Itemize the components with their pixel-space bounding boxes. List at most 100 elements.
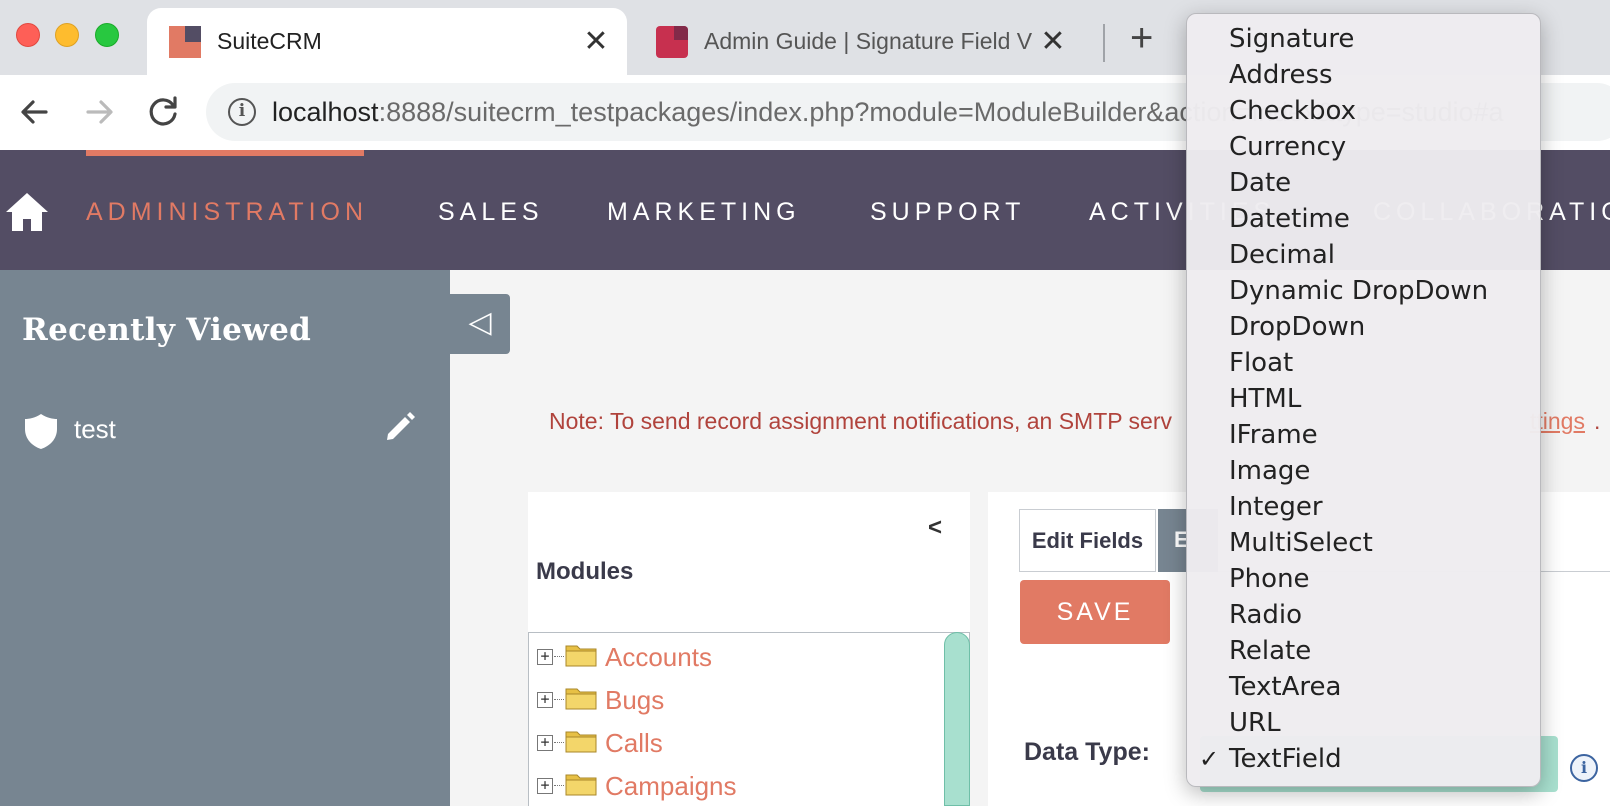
folder-icon: [565, 731, 597, 753]
dropdown-option-label: TextArea: [1229, 672, 1342, 702]
dropdown-option[interactable]: Date: [1187, 165, 1540, 201]
dropdown-option[interactable]: ✓ TextField: [1187, 741, 1540, 777]
nav-administration[interactable]: ADMINISTRATION: [86, 198, 368, 227]
dropdown-option-label: TextField: [1229, 744, 1342, 774]
dropdown-option-label: Radio: [1229, 600, 1303, 630]
modules-panel: < Modules + Accounts + Bugs + Calls + Ca…: [528, 492, 970, 806]
collapse-modules-button[interactable]: <: [928, 514, 942, 542]
dropdown-option-label: Image: [1229, 456, 1311, 486]
browser-tab-admin-guide[interactable]: Admin Guide | Signature Field V ✕: [634, 8, 1084, 75]
dropdown-option[interactable]: Relate: [1187, 633, 1540, 669]
dropdown-option-label: DropDown: [1229, 312, 1366, 342]
dropdown-option-label: MultiSelect: [1229, 528, 1373, 558]
sidebar: Recently Viewed test: [0, 270, 450, 806]
tree-item-bugs[interactable]: + Bugs: [529, 680, 929, 720]
site-info-icon[interactable]: i: [228, 98, 256, 126]
dropdown-option[interactable]: Currency: [1187, 129, 1540, 165]
dropdown-option[interactable]: MultiSelect: [1187, 525, 1540, 561]
notice-period: .: [1594, 408, 1601, 434]
tab-title: SuiteCRM: [217, 28, 322, 54]
expand-icon[interactable]: +: [537, 778, 553, 794]
data-type-dropdown-menu: Signature Address Checkbox Currency Date Date…: [1186, 13, 1541, 787]
modules-title: Modules: [536, 558, 634, 585]
dropdown-option[interactable]: Image: [1187, 453, 1540, 489]
dropdown-option[interactable]: URL: [1187, 705, 1540, 741]
dropdown-option-label: Address: [1229, 60, 1333, 90]
tab-title: Admin Guide | Signature Field V: [704, 28, 1033, 54]
folder-icon: [565, 774, 597, 796]
tree-item-accounts[interactable]: + Accounts: [529, 637, 929, 677]
window-close-button[interactable]: [16, 23, 40, 47]
dropdown-option[interactable]: Float: [1187, 345, 1540, 381]
tree-item-label[interactable]: Calls: [605, 728, 663, 759]
forward-arrow-icon[interactable]: [76, 89, 122, 135]
home-icon[interactable]: [4, 190, 50, 234]
dropdown-option[interactable]: Dynamic DropDown: [1187, 273, 1540, 309]
dropdown-option-label: Integer: [1229, 492, 1323, 522]
shield-icon: [25, 414, 57, 449]
tab-separator: [1103, 24, 1105, 62]
module-tree: + Accounts + Bugs + Calls + Campaigns: [528, 632, 970, 806]
recently-viewed-item-link[interactable]: test: [74, 414, 116, 445]
pencil-edit-icon[interactable]: [384, 410, 416, 442]
info-help-icon[interactable]: i: [1570, 754, 1598, 782]
nav-support[interactable]: SUPPORT: [870, 198, 1025, 227]
dropdown-option[interactable]: Phone: [1187, 561, 1540, 597]
dropdown-option-label: Datetime: [1229, 204, 1350, 234]
dropdown-option[interactable]: Datetime: [1187, 201, 1540, 237]
dropdown-option[interactable]: IFrame: [1187, 417, 1540, 453]
dropdown-option[interactable]: Address: [1187, 57, 1540, 93]
data-type-label: Data Type:: [1024, 738, 1150, 766]
tree-item-label[interactable]: Campaigns: [605, 771, 737, 802]
tree-item-calls[interactable]: + Calls: [529, 723, 929, 763]
tree-item-label[interactable]: Bugs: [605, 685, 664, 716]
window-maximize-button[interactable]: [95, 23, 119, 47]
expand-icon[interactable]: +: [537, 735, 553, 751]
new-tab-icon[interactable]: +: [1130, 18, 1153, 58]
dropdown-option[interactable]: DropDown: [1187, 309, 1540, 345]
dropdown-option-label: Checkbox: [1229, 96, 1356, 126]
reload-icon[interactable]: [140, 89, 186, 135]
dropdown-option[interactable]: HTML: [1187, 381, 1540, 417]
admin-guide-favicon-icon: [656, 25, 688, 58]
dropdown-option-label: HTML: [1229, 384, 1302, 414]
active-nav-indicator: [86, 150, 364, 156]
tree-scrollbar[interactable]: [944, 632, 970, 806]
smtp-notice-text: Note: To send record assignment notifica…: [549, 408, 1173, 434]
tree-item-label[interactable]: Accounts: [605, 642, 712, 673]
window-minimize-button[interactable]: [55, 23, 79, 47]
dropdown-option[interactable]: Signature: [1187, 21, 1540, 57]
dropdown-option[interactable]: TextArea: [1187, 669, 1540, 705]
dropdown-option-label: Relate: [1229, 636, 1312, 666]
save-button[interactable]: SAVE: [1020, 580, 1170, 644]
dropdown-option-label: IFrame: [1229, 420, 1318, 450]
dropdown-option-label: Signature: [1229, 24, 1355, 54]
dropdown-option[interactable]: Radio: [1187, 597, 1540, 633]
tree-item-campaigns[interactable]: + Campaigns: [529, 766, 929, 806]
recently-viewed-title: Recently Viewed: [22, 312, 312, 348]
close-tab-icon[interactable]: ✕: [579, 24, 613, 59]
expand-icon[interactable]: +: [537, 692, 553, 708]
dropdown-option-label: Currency: [1229, 132, 1347, 162]
expand-icon[interactable]: +: [537, 649, 553, 665]
dropdown-option-label: Decimal: [1229, 240, 1336, 270]
dropdown-option-label: Float: [1229, 348, 1294, 378]
browser-tab-suitecrm[interactable]: SuiteCRM ✕: [147, 8, 627, 75]
dropdown-option-label: URL: [1229, 708, 1281, 738]
dropdown-option[interactable]: Integer: [1187, 489, 1540, 525]
dropdown-option-label: Dynamic DropDown: [1229, 276, 1489, 306]
dropdown-option[interactable]: Decimal: [1187, 237, 1540, 273]
tab-edit-fields[interactable]: Edit Fields: [1019, 509, 1156, 572]
dropdown-option-label: Date: [1229, 168, 1292, 198]
close-tab-icon[interactable]: ✕: [1036, 24, 1070, 59]
nav-sales[interactable]: SALES: [438, 198, 544, 227]
collapse-sidebar-button[interactable]: ◁: [450, 294, 510, 354]
back-arrow-icon[interactable]: [12, 89, 58, 135]
checkmark-icon: ✓: [1199, 745, 1220, 773]
folder-icon: [565, 688, 597, 710]
nav-marketing[interactable]: MARKETING: [607, 198, 801, 227]
dropdown-option[interactable]: Checkbox: [1187, 93, 1540, 129]
folder-icon: [565, 645, 597, 667]
dropdown-option-label: Phone: [1229, 564, 1310, 594]
suitecrm-favicon-icon: [169, 25, 201, 58]
